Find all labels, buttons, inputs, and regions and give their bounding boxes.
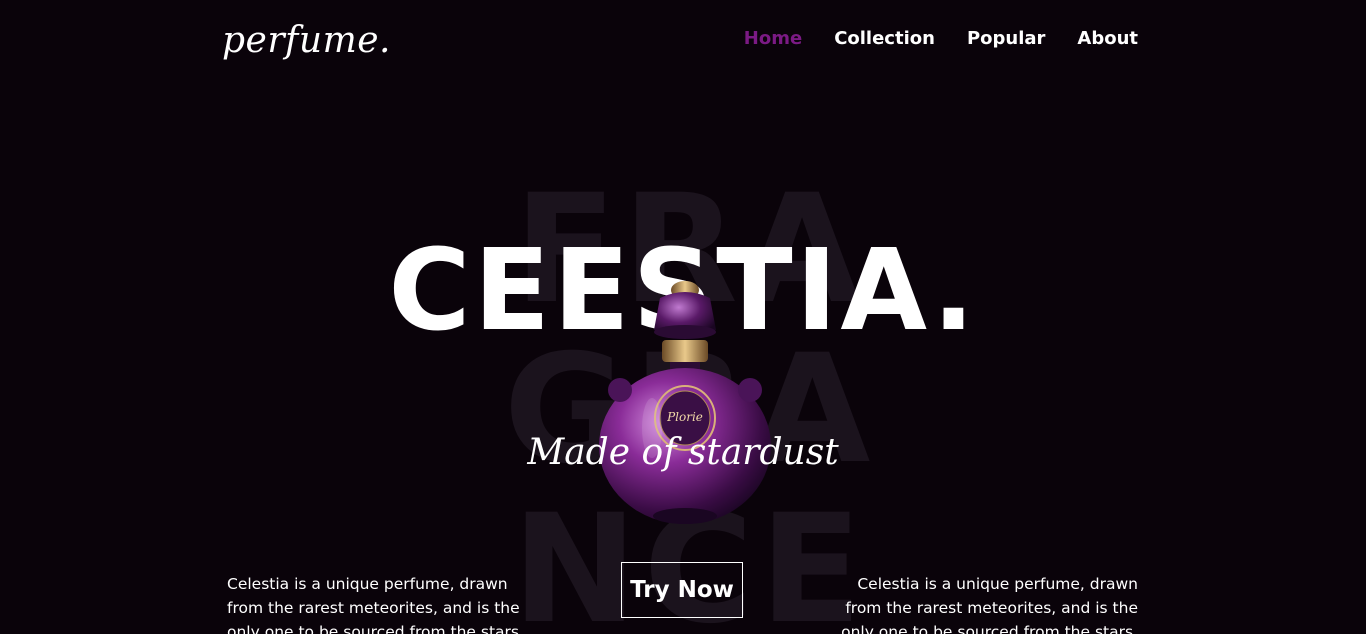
bottle-label: Plorie — [666, 410, 703, 424]
perfume-bottle-image: Plorie — [599, 281, 771, 524]
nav-item-popular[interactable]: Popular — [967, 28, 1045, 49]
nav-item-about[interactable]: About — [1077, 28, 1138, 49]
site-logo[interactable]: perfume. — [222, 20, 391, 61]
nav-item-home[interactable]: Home — [744, 28, 802, 49]
description-left: Celestia is a unique perfume, drawn from… — [227, 574, 524, 634]
description-right: Celestia is a unique perfume, drawn from… — [841, 574, 1138, 634]
page: perfume. Home Collection Popular About F… — [0, 0, 1366, 634]
hero-subtitle: Made of stardust — [527, 432, 839, 473]
main-nav: Home Collection Popular About — [744, 28, 1138, 49]
try-now-button[interactable]: Try Now — [621, 562, 743, 618]
nav-item-collection[interactable]: Collection — [834, 28, 935, 49]
